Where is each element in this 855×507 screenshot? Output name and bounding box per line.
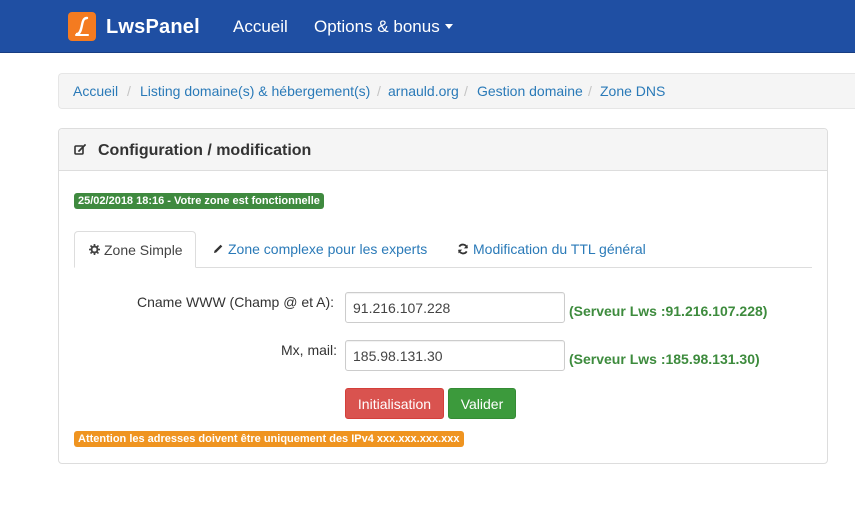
breadcrumb-separator: / [127, 83, 131, 99]
breadcrumb-separator: / [377, 83, 381, 99]
nav-options-bonus[interactable]: Options & bonus [314, 17, 453, 37]
tab-label: Zone Simple [104, 242, 183, 258]
tab-label: Zone complexe pour les experts [228, 241, 428, 257]
tab-zone-complexe[interactable]: Zone complexe pour les experts [212, 231, 427, 268]
cname-field[interactable] [345, 292, 565, 323]
panel-title: Configuration / modification [98, 142, 312, 159]
warning-badge: Attention les adresses doivent être uniq… [74, 431, 464, 447]
edit-icon [74, 144, 86, 155]
breadcrumb-separator: / [588, 83, 592, 99]
nav-accueil[interactable]: Accueil [233, 17, 288, 37]
breadcrumb-domain[interactable]: arnauld.org [388, 83, 459, 99]
mx-field[interactable] [345, 340, 565, 371]
initialisation-button[interactable]: Initialisation [345, 388, 444, 419]
cname-label: Cname WWW (Champ @ et A): [137, 294, 335, 310]
breadcrumb-listing[interactable]: Listing domaine(s) & hébergement(s) [140, 83, 370, 99]
breadcrumb-separator: / [464, 83, 468, 99]
breadcrumb-zone-dns[interactable]: Zone DNS [600, 83, 665, 99]
tab-zone-simple[interactable]: Zone Simple [74, 231, 196, 268]
lws-logo-icon[interactable] [68, 12, 96, 41]
panel-header: Configuration / modification [59, 129, 827, 171]
breadcrumb-gestion[interactable]: Gestion domaine [477, 83, 583, 99]
refresh-icon [458, 243, 468, 255]
cname-hint: (Serveur Lws :91.216.107.228) [569, 303, 768, 319]
chevron-down-icon [444, 24, 453, 30]
tab-label: Modification du TTL général [473, 241, 646, 257]
top-navbar: LwsPanel Accueil Options & bonus [0, 0, 855, 53]
validate-button[interactable]: Valider [448, 388, 516, 419]
nav-options-label: Options & bonus [314, 17, 440, 36]
status-badge: 25/02/2018 18:16 - Votre zone est foncti… [74, 193, 324, 209]
breadcrumb: Accueil / Listing domaine(s) & hébergeme… [58, 73, 855, 109]
breadcrumb-accueil[interactable]: Accueil [73, 83, 118, 99]
brand-name[interactable]: LwsPanel [106, 16, 200, 39]
mx-label: Mx, mail: [281, 342, 337, 358]
pencil-icon [214, 244, 223, 253]
mx-hint: (Serveur Lws :185.98.131.30) [569, 351, 760, 367]
tab-modification-ttl[interactable]: Modification du TTL général [457, 231, 646, 268]
gear-icon [88, 244, 101, 256]
